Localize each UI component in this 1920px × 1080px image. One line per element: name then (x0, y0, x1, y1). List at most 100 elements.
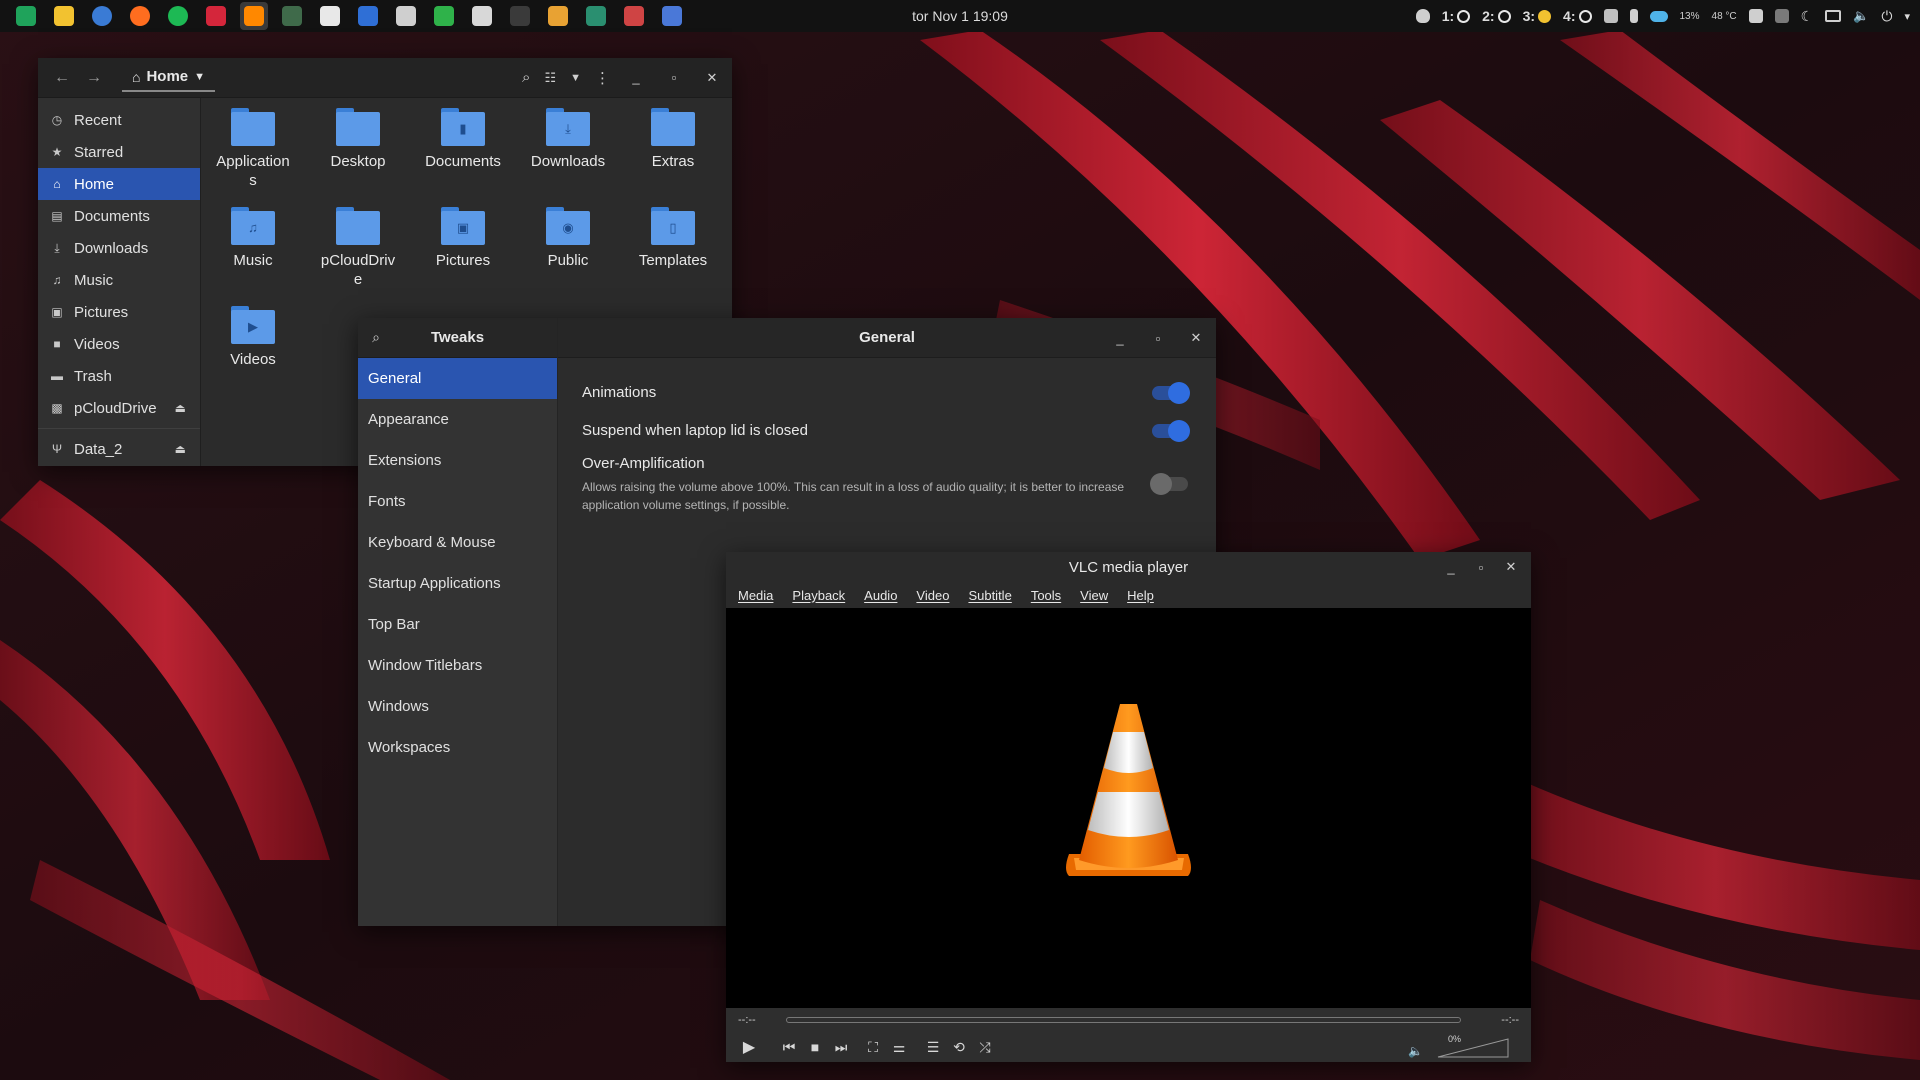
system-monitor-icon[interactable] (278, 2, 306, 30)
folder-videos[interactable]: ▶ Videos (205, 306, 301, 369)
fullscreen-icon[interactable]: ⛶ (860, 1035, 886, 1059)
workspace-3[interactable]: 3: (1523, 8, 1552, 24)
animations-toggle[interactable] (1152, 382, 1190, 404)
sidebar-item-recent[interactable]: ◷ Recent (38, 104, 200, 136)
calculator-icon[interactable] (392, 2, 420, 30)
screenshot-icon[interactable] (658, 2, 686, 30)
folder-pictures[interactable]: ▣ Pictures (415, 207, 511, 270)
video-downloader-icon[interactable] (202, 2, 230, 30)
path-bar[interactable]: ⌂ Home ▼ (122, 64, 216, 92)
qbittorrent-icon[interactable] (354, 2, 382, 30)
plugin-icon[interactable] (582, 2, 610, 30)
terminal-icon[interactable] (506, 2, 534, 30)
close-button[interactable]: ✕ (1499, 555, 1523, 579)
chevron-down-icon[interactable]: ▾ (1904, 10, 1910, 23)
mute-icon[interactable]: 🔈 (1408, 1044, 1423, 1058)
virtualbox-icon[interactable] (620, 2, 648, 30)
menu-subtitle[interactable]: Subtitle (968, 588, 1011, 603)
minimize-button[interactable]: _ (624, 66, 648, 90)
folder-extras[interactable]: Extras (625, 108, 721, 171)
folder-pclouddrive[interactable]: pCloudDriv e (310, 207, 406, 289)
previous-icon[interactable]: ⏮ (776, 1035, 802, 1059)
tweaks-category-window-titlebars[interactable]: Window Titlebars (358, 645, 557, 686)
search-button[interactable]: ⌕ (522, 69, 530, 86)
sidebar-item-pclouddrive[interactable]: ▩ pCloudDrive ⏏ (38, 392, 200, 424)
download-icon[interactable] (544, 2, 572, 30)
draw-icon[interactable] (468, 2, 496, 30)
sidebar-item-documents[interactable]: ▤ Documents (38, 200, 200, 232)
menu-media[interactable]: Media (738, 588, 773, 603)
tweaks-category-general[interactable]: General (358, 358, 557, 399)
sidebar-item-starred[interactable]: ★ Starred (38, 136, 200, 168)
minimize-button[interactable]: _ (1439, 555, 1463, 579)
sidebar-item-data-2[interactable]: Ψ Data_2 ⏏ (38, 433, 200, 465)
folder-music[interactable]: ♫ Music (205, 207, 301, 270)
folder-templates[interactable]: ▯ Templates (625, 207, 721, 270)
cloud-icon[interactable] (1649, 10, 1668, 22)
tweaks-category-workspaces[interactable]: Workspaces (358, 727, 557, 768)
maximize-button[interactable]: ▫ (662, 66, 686, 90)
view-options-button[interactable]: ▼ (570, 72, 581, 84)
volume-icon[interactable]: 🔈 (1853, 8, 1869, 24)
menu-button[interactable]: ⋮ (595, 69, 610, 87)
sidebar-item-pictures[interactable]: ▣ Pictures (38, 296, 200, 328)
tweaks-category-top-bar[interactable]: Top Bar (358, 604, 557, 645)
menu-icon[interactable] (12, 2, 40, 30)
firefox-icon[interactable] (126, 2, 154, 30)
tweaks-category-appearance[interactable]: Appearance (358, 399, 557, 440)
folder-downloads[interactable]: ⤓ Downloads (520, 108, 616, 171)
menu-playback[interactable]: Playback (792, 588, 845, 603)
menu-video[interactable]: Video (916, 588, 949, 603)
sidebar-item-music[interactable]: ♫ Music (38, 264, 200, 296)
window-icon[interactable] (1825, 10, 1842, 22)
overamplification-toggle[interactable] (1150, 473, 1188, 495)
user-icon[interactable] (1748, 9, 1763, 23)
vlc-icon[interactable] (240, 2, 268, 30)
sidebar-item-downloads[interactable]: ⤓ Downloads (38, 232, 200, 264)
clock[interactable]: tor Nov 1 19:09 (912, 8, 1008, 24)
menu-tools[interactable]: Tools (1031, 588, 1061, 603)
workspace-2[interactable]: 2: (1482, 8, 1511, 24)
video-area[interactable] (726, 608, 1531, 1008)
power-icon[interactable]: ⏻ (1881, 8, 1892, 25)
workspace-1[interactable]: 1: (1442, 8, 1471, 24)
bluetooth-icon[interactable] (1629, 9, 1638, 23)
text-editor-icon[interactable] (316, 2, 344, 30)
sidebar-item-trash[interactable]: ▬ Trash (38, 360, 200, 392)
search-icon[interactable]: ⌕ (358, 329, 394, 346)
back-button[interactable]: ← (46, 65, 78, 91)
forward-button[interactable]: → (78, 65, 110, 91)
menu-view[interactable]: View (1080, 588, 1108, 603)
font-icon[interactable] (1774, 9, 1789, 23)
thunderbird-icon[interactable] (88, 2, 116, 30)
next-icon[interactable]: ⏭ (828, 1035, 854, 1059)
view-toggle-button[interactable]: ☷ (544, 70, 556, 86)
sidebar-item-home[interactable]: ⌂ Home (38, 168, 200, 200)
menu-audio[interactable]: Audio (864, 588, 897, 603)
sidebar-item-videos[interactable]: ■ Videos (38, 328, 200, 360)
tweaks-category-extensions[interactable]: Extensions (358, 440, 557, 481)
folder-desktop[interactable]: Desktop (310, 108, 406, 171)
close-button[interactable]: ✕ (700, 66, 724, 90)
folder-applications[interactable]: Application s (205, 108, 301, 190)
eject-icon[interactable]: ⏏ (175, 442, 186, 456)
folder-documents[interactable]: ▮ Documents (415, 108, 511, 171)
shuffle-icon[interactable]: ⤮ (972, 1035, 998, 1059)
minimize-button[interactable]: _ (1108, 326, 1132, 350)
eject-icon[interactable]: ⏏ (175, 401, 186, 415)
suspend-toggle[interactable] (1152, 420, 1190, 442)
tweaks-category-keyboard-mouse[interactable]: Keyboard & Mouse (358, 522, 557, 563)
stop-icon[interactable]: ■ (802, 1035, 828, 1059)
refresh-icon[interactable] (430, 2, 458, 30)
seek-slider[interactable] (785, 1017, 1462, 1023)
workspace-4[interactable]: 4: (1563, 8, 1592, 24)
equalizer-icon[interactable]: ⚌ (886, 1035, 912, 1059)
maximize-button[interactable]: ▫ (1146, 326, 1170, 350)
close-button[interactable]: ✕ (1184, 326, 1208, 350)
menu-help[interactable]: Help (1127, 588, 1154, 603)
keyboard-icon[interactable] (1603, 9, 1618, 23)
tweaks-category-startup-applications[interactable]: Startup Applications (358, 563, 557, 604)
loop-icon[interactable]: ⟲ (946, 1035, 972, 1059)
night-mode-icon[interactable]: ☾ (1801, 8, 1814, 25)
time-total[interactable]: --:-- (1501, 1014, 1519, 1026)
